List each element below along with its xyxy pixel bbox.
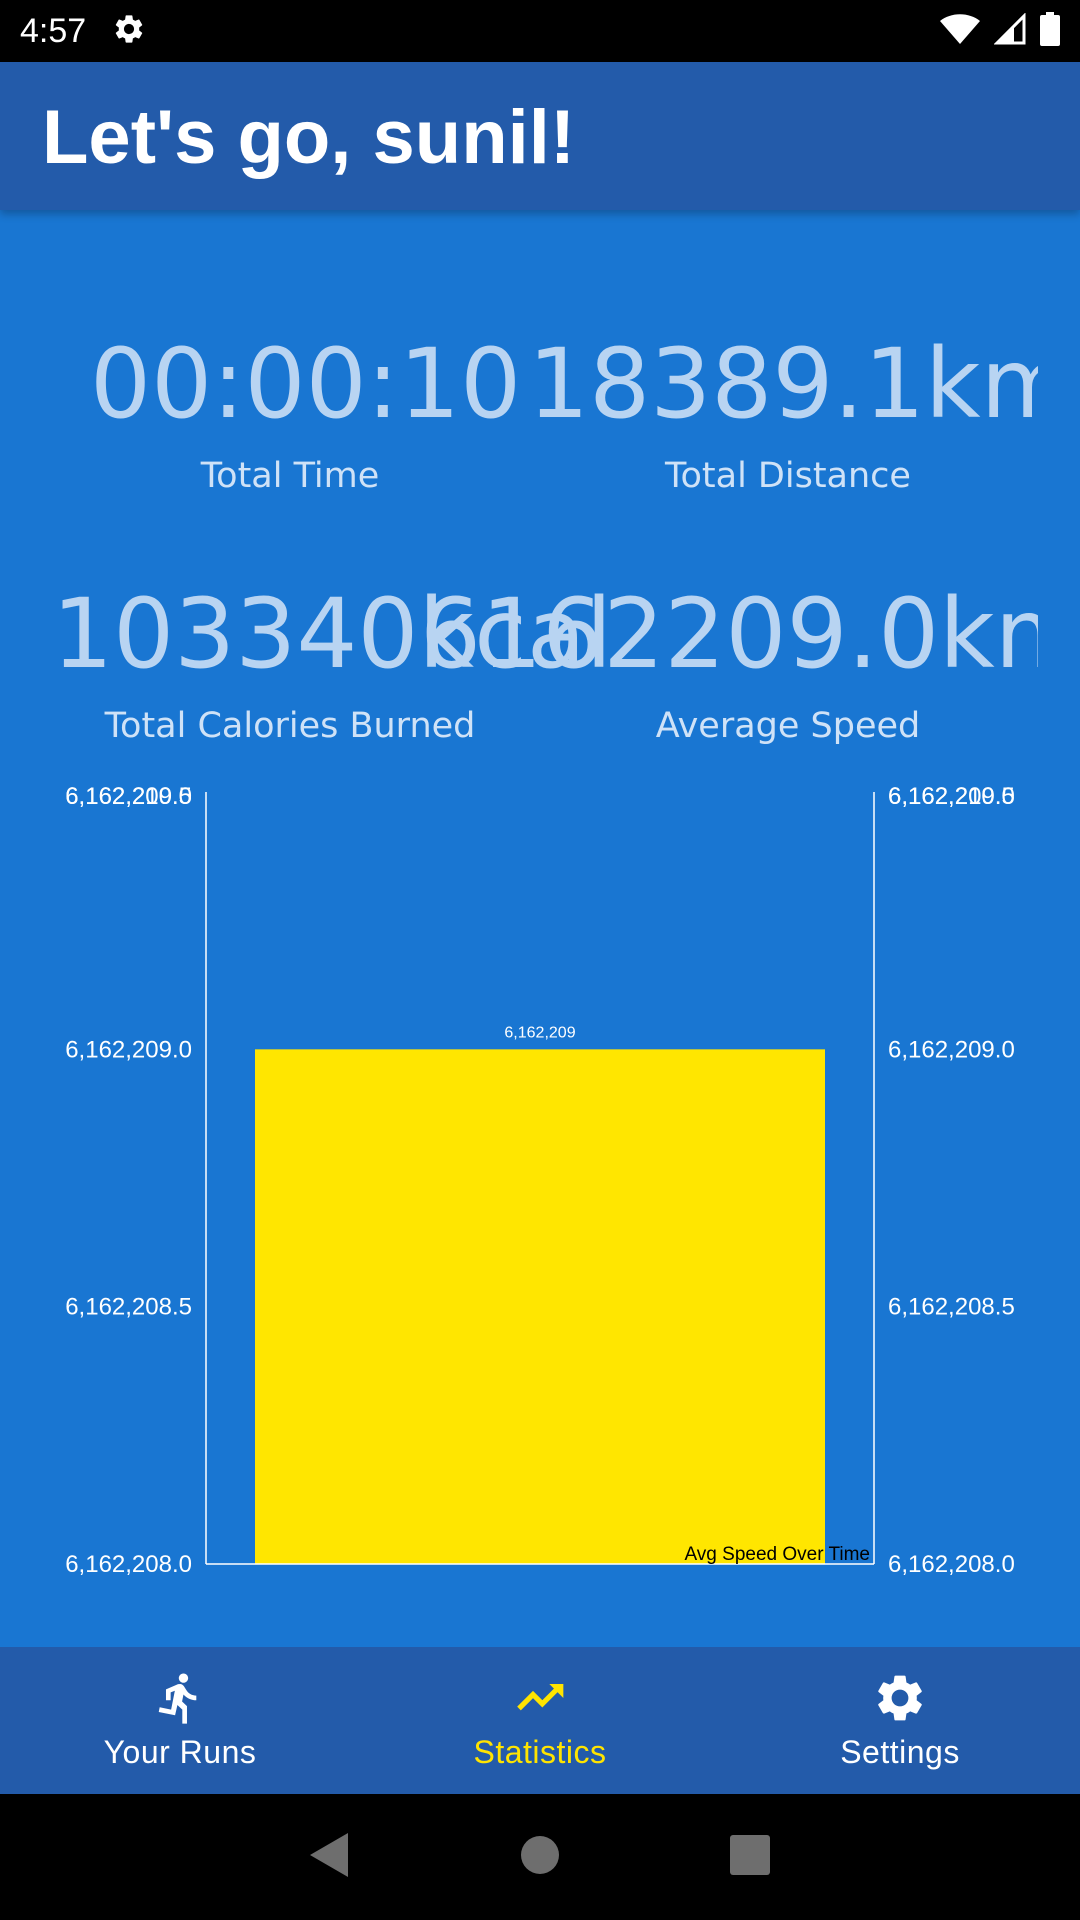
nav-settings[interactable]: Settings xyxy=(720,1647,1080,1794)
status-left: 4:57 xyxy=(20,12,146,51)
average-speed-clip: 6162209.0km xyxy=(420,570,1038,700)
left-tick-label: 6,162,208.0 xyxy=(65,1551,192,1578)
cell-signal-icon xyxy=(993,12,1026,49)
average-speed-value: 6162209.0km xyxy=(420,578,1038,690)
bar-value-label: 6,162,209 xyxy=(504,1024,575,1041)
right-tick-label: 6,162,209.0 xyxy=(888,1036,1015,1063)
status-right xyxy=(940,12,1060,50)
bottom-navigation: Your Runs Statistics Settings xyxy=(0,1647,1080,1794)
nav-settings-label: Settings xyxy=(840,1734,960,1770)
total-distance-clip: 18389.1km xyxy=(528,320,1038,450)
legend-label: Avg Speed Over Time xyxy=(684,1544,870,1565)
nav-statistics-label: Statistics xyxy=(473,1734,607,1770)
left-tick-label: 6,162,208.5 xyxy=(65,1294,192,1321)
app-bar: Let's go, sunil! xyxy=(0,62,1080,210)
right-tick-label: 6,162,208.0 xyxy=(888,1551,1015,1578)
avg-speed-chart: 6,162,208.0 6,162,208.5 6,162,209.0 6,162,2… xyxy=(65,783,1015,1578)
back-icon[interactable] xyxy=(310,1833,350,1881)
page-title: Let's go, sunil! xyxy=(42,95,576,180)
total-time-value: 00:00:10 xyxy=(90,328,522,440)
nav-your-runs-label: Your Runs xyxy=(103,1734,257,1770)
home-icon[interactable] xyxy=(520,1835,560,1879)
total-distance-value: 18389.1km xyxy=(528,328,1038,440)
recents-icon[interactable] xyxy=(730,1835,770,1879)
settings-gear-status-icon xyxy=(112,12,146,50)
left-tick-label: 6,162,209.0 xyxy=(65,1036,192,1063)
system-navigation-bar xyxy=(0,1794,1080,1920)
total-distance-label: Total Distance xyxy=(665,456,911,496)
total-time-label: Total Time xyxy=(200,456,380,496)
wifi-icon xyxy=(940,13,980,49)
right-tick-label: 6,162,210.0 xyxy=(888,783,1015,810)
trending-up-icon xyxy=(512,1670,568,1730)
nav-statistics[interactable]: Statistics xyxy=(360,1647,720,1794)
gear-icon xyxy=(872,1670,928,1730)
average-speed-label: Average Speed xyxy=(655,706,921,746)
status-time: 4:57 xyxy=(20,11,87,50)
left-tick-label: 6,162,210.0 xyxy=(65,783,192,810)
nav-your-runs[interactable]: Your Runs xyxy=(0,1647,360,1794)
runner-icon xyxy=(152,1670,208,1730)
status-bar: 4:57 xyxy=(0,0,1080,62)
bar-mark xyxy=(255,1049,825,1564)
right-tick-label: 6,162,208.5 xyxy=(888,1294,1015,1321)
total-calories-label: Total Calories Burned xyxy=(104,706,476,746)
battery-icon xyxy=(1040,12,1060,50)
